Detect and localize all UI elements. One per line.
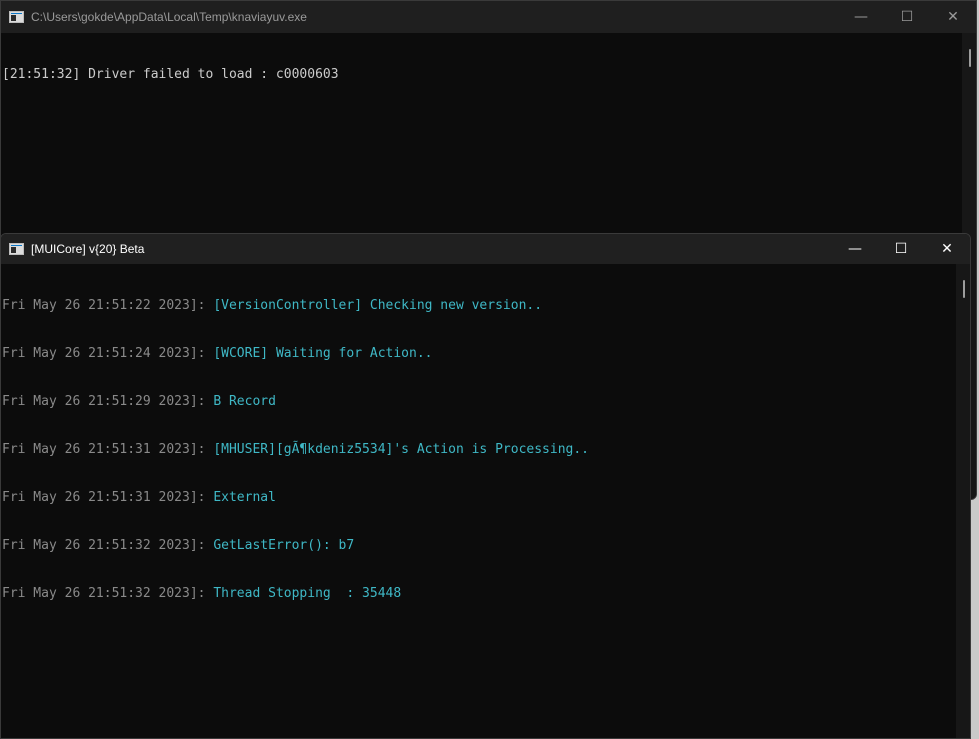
close-button[interactable]: ✕ (924, 234, 970, 264)
title-bar[interactable]: C:\Users\gokde\AppData\Local\Temp\knavia… (1, 1, 976, 33)
log-message: [WCORE] Waiting for Action.. (213, 346, 433, 361)
log-timestamp: Fri May 26 21:51:32 2023]: (2, 586, 214, 601)
log-timestamp: Fri May 26 21:51:31 2023]: (2, 490, 214, 505)
log-timestamp: Fri May 26 21:51:22 2023]: (2, 298, 214, 313)
log-message: [MHUSER][gÃ¶kdeniz5534]'s Action is Proc… (213, 442, 590, 457)
window-title: C:\Users\gokde\AppData\Local\Temp\knavia… (31, 10, 307, 24)
scrollbar-thumb[interactable] (963, 280, 965, 298)
title-bar[interactable]: [MUICore] v{20} Beta — ☐ ✕ (1, 234, 970, 264)
console-output[interactable]: Fri May 26 21:51:22 2023]: [VersionContr… (1, 264, 956, 738)
console-app-icon (9, 243, 24, 255)
close-button[interactable]: ✕ (930, 1, 976, 33)
log-message: B Record (213, 394, 276, 409)
log-message: External (213, 490, 276, 505)
log-line: Fri May 26 21:51:32 2023]: GetLastError(… (2, 538, 956, 554)
log-line: Fri May 26 21:51:31 2023]: External (2, 490, 956, 506)
log-line: Fri May 26 21:51:24 2023]: [WCORE] Waiti… (2, 346, 956, 362)
window-title: [MUICore] v{20} Beta (31, 242, 145, 256)
log-line: Fri May 26 21:51:29 2023]: B Record (2, 394, 956, 410)
log-timestamp: Fri May 26 21:51:29 2023]: (2, 394, 214, 409)
log-timestamp: Fri May 26 21:51:24 2023]: (2, 346, 214, 361)
maximize-button[interactable]: ☐ (884, 1, 930, 33)
scrollbar-thumb[interactable] (969, 49, 971, 67)
vertical-scrollbar[interactable] (956, 264, 970, 738)
console-app-icon (9, 11, 24, 23)
console-window-muicore[interactable]: [MUICore] v{20} Beta — ☐ ✕ Fri May 26 21… (0, 233, 971, 739)
log-line: Fri May 26 21:51:31 2023]: [MHUSER][gÃ¶k… (2, 442, 956, 458)
minimize-button[interactable]: — (838, 1, 884, 33)
log-message: [VersionController] Checking new version… (213, 298, 543, 313)
log-message: GetLastError(): b7 (213, 538, 355, 553)
log-line: Fri May 26 21:51:22 2023]: [VersionContr… (2, 298, 956, 314)
maximize-button[interactable]: ☐ (878, 234, 924, 264)
log-timestamp: Fri May 26 21:51:32 2023]: (2, 538, 214, 553)
log-message: Thread Stopping : 35448 (213, 586, 402, 601)
minimize-button[interactable]: — (832, 234, 878, 264)
log-line: Fri May 26 21:51:32 2023]: Thread Stoppi… (2, 586, 956, 602)
log-timestamp: Fri May 26 21:51:31 2023]: (2, 442, 214, 457)
console-line: [21:51:32] Driver failed to load : c0000… (2, 67, 339, 82)
